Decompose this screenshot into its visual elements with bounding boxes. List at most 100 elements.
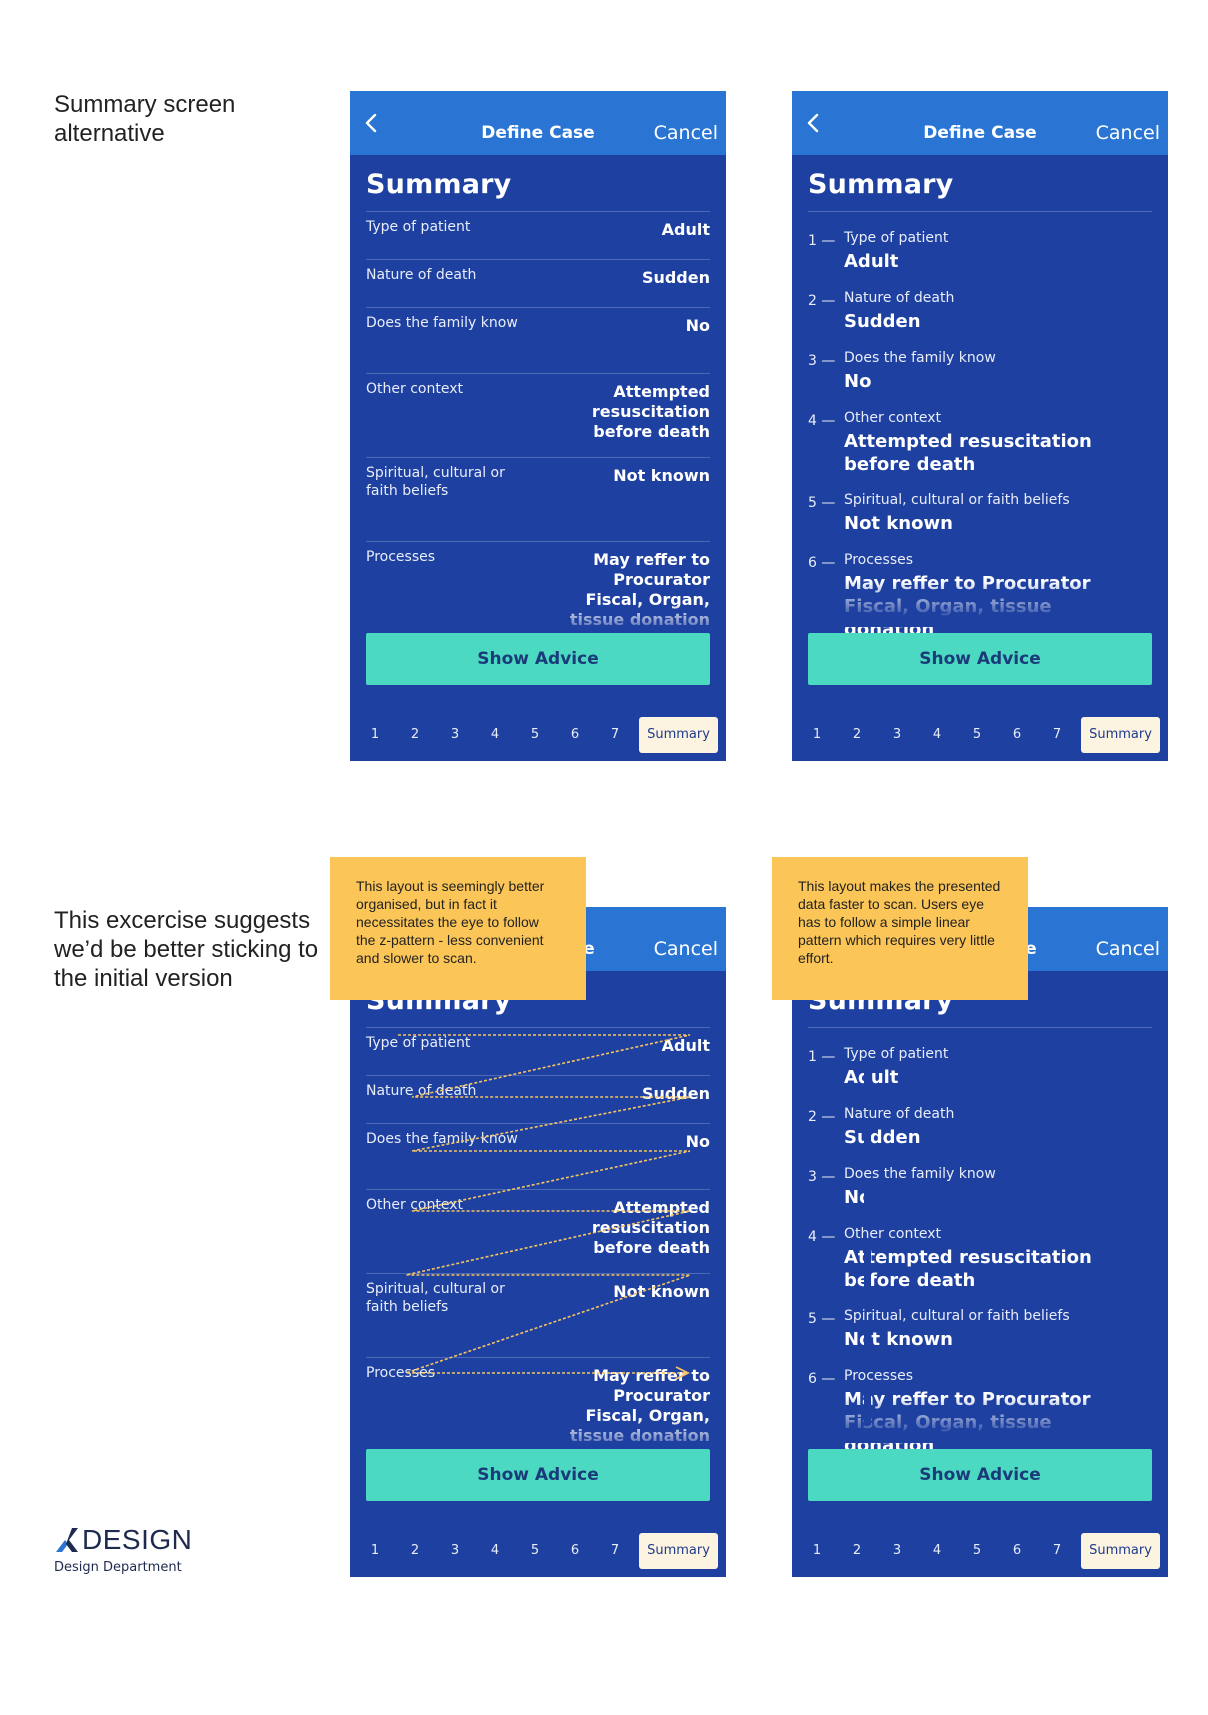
- linear-path-gap: [864, 1243, 871, 1307]
- item-label: Processes: [844, 552, 914, 568]
- item-value: Attempted resuscitation before death: [844, 1247, 1092, 1291]
- item-label: Type of patient: [844, 230, 949, 246]
- page-5[interactable]: 5: [967, 1533, 987, 1569]
- item-value: May reffer to Procurator Fiscal, Organ, …: [844, 1389, 1091, 1456]
- linear-path-gap: [864, 1385, 871, 1425]
- linear-path-gap: [864, 1123, 871, 1167]
- page-summary-tab[interactable]: Summary: [639, 717, 718, 753]
- item-label: Nature of death: [844, 290, 955, 306]
- step-pager: 1 2 3 4 5 6 7 Summary: [792, 717, 1168, 753]
- item-number: 4 —: [808, 1229, 836, 1245]
- item-label: Other context: [844, 410, 941, 426]
- linear-path-gap: [864, 1183, 871, 1227]
- page-5[interactable]: 5: [525, 717, 545, 753]
- item-number: 6 —: [808, 1371, 836, 1387]
- page-3[interactable]: 3: [887, 1533, 907, 1569]
- item-label: Does the family know: [844, 1166, 996, 1182]
- sticky-note-zpattern: This layout is seemingly better organise…: [330, 857, 586, 1000]
- value-family-know: No: [685, 1132, 710, 1151]
- page-5[interactable]: 5: [967, 717, 987, 753]
- divider: [366, 1123, 710, 1124]
- page-4[interactable]: 4: [927, 717, 947, 753]
- step-pager: 1 2 3 4 5 6 7 Summary: [350, 1533, 726, 1569]
- item-value: Sudden: [844, 1127, 921, 1148]
- page-7[interactable]: 7: [1047, 717, 1067, 753]
- page-2[interactable]: 2: [847, 1533, 867, 1569]
- page-1[interactable]: 1: [365, 1533, 385, 1569]
- label-beliefs-line2: faith beliefs: [366, 1299, 449, 1315]
- page-4[interactable]: 4: [927, 1533, 947, 1569]
- page-1[interactable]: 1: [807, 1533, 827, 1569]
- value-other-context: Attempted resuscitation before death: [591, 1198, 710, 1257]
- phone-summary-list-linear: Define Case Cancel Summary 1 — Type of p…: [792, 907, 1168, 1577]
- x-logo-icon: [56, 1528, 78, 1552]
- linear-path-gap: [864, 1063, 871, 1107]
- page-3[interactable]: 3: [445, 1533, 465, 1569]
- label-family-know: Does the family know: [366, 1131, 518, 1147]
- show-advice-button[interactable]: Show Advice: [808, 1449, 1152, 1501]
- page-7[interactable]: 7: [605, 1533, 625, 1569]
- label-family-know: Does the family know: [366, 315, 518, 331]
- summary-title: Summary: [808, 169, 954, 200]
- page-summary-tab[interactable]: Summary: [639, 1533, 718, 1569]
- label-nature-of-death: Nature of death: [366, 267, 477, 283]
- page-6[interactable]: 6: [565, 1533, 585, 1569]
- value-other-context: Attempted resuscitation before death: [591, 382, 710, 441]
- page-4[interactable]: 4: [485, 717, 505, 753]
- value-processes: May reffer to Procurator Fiscal, Organ, …: [569, 1366, 710, 1445]
- item-label: Nature of death: [844, 1106, 955, 1122]
- page-2[interactable]: 2: [405, 717, 425, 753]
- divider: [366, 373, 710, 374]
- cancel-button[interactable]: Cancel: [1096, 91, 1160, 155]
- item-number: 6 —: [808, 555, 836, 571]
- show-advice-button[interactable]: Show Advice: [808, 633, 1152, 685]
- value-type-of-patient: Adult: [661, 220, 710, 239]
- page-2[interactable]: 2: [405, 1533, 425, 1569]
- caption-summary-alternative: Summary screen alternative: [54, 91, 236, 147]
- page-7[interactable]: 7: [605, 717, 625, 753]
- page-5[interactable]: 5: [525, 1533, 545, 1569]
- item-value: Not known: [844, 1329, 953, 1350]
- item-number: 1 —: [808, 233, 836, 249]
- label-beliefs-line1: Spiritual, cultural or: [366, 465, 505, 481]
- item-label: Other context: [844, 1226, 941, 1242]
- item-label: Spiritual, cultural or faith beliefs: [844, 492, 1070, 508]
- page-6[interactable]: 6: [1007, 1533, 1027, 1569]
- label-other-context: Other context: [366, 1197, 463, 1213]
- page-3[interactable]: 3: [445, 717, 465, 753]
- page-4[interactable]: 4: [485, 1533, 505, 1569]
- page-2[interactable]: 2: [847, 717, 867, 753]
- xdesign-logo: DESIGN Design Department: [54, 1524, 204, 1576]
- item-label: Processes: [844, 1368, 914, 1384]
- page-6[interactable]: 6: [565, 717, 585, 753]
- value-beliefs: Not known: [613, 466, 710, 485]
- show-advice-button[interactable]: Show Advice: [366, 633, 710, 685]
- page-6[interactable]: 6: [1007, 717, 1027, 753]
- cancel-button[interactable]: Cancel: [654, 91, 718, 155]
- divider: [366, 541, 710, 542]
- item-value: Sudden: [844, 311, 921, 332]
- sticky-note-linear: This layout makes the presented data fas…: [772, 857, 1028, 1000]
- label-other-context: Other context: [366, 381, 463, 397]
- page-summary-tab[interactable]: Summary: [1081, 717, 1160, 753]
- divider: [366, 1189, 710, 1190]
- navbar: Define Case Cancel: [350, 91, 726, 155]
- page-3[interactable]: 3: [887, 717, 907, 753]
- divider: [366, 457, 710, 458]
- label-processes: Processes: [366, 1365, 436, 1381]
- item-label: Type of patient: [844, 1046, 949, 1062]
- page-1[interactable]: 1: [807, 717, 827, 753]
- page-1[interactable]: 1: [365, 717, 385, 753]
- page-7[interactable]: 7: [1047, 1533, 1067, 1569]
- cancel-button[interactable]: Cancel: [1096, 907, 1160, 971]
- caption-conclusion: This excercise suggests we’d be better s…: [54, 907, 319, 992]
- value-beliefs: Not known: [613, 1282, 710, 1301]
- cancel-button[interactable]: Cancel: [654, 907, 718, 971]
- step-pager: 1 2 3 4 5 6 7 Summary: [792, 1533, 1168, 1569]
- item-number: 3 —: [808, 353, 836, 369]
- navbar: Define Case Cancel: [792, 91, 1168, 155]
- item-value: Adult: [844, 1067, 899, 1088]
- page-summary-tab[interactable]: Summary: [1081, 1533, 1160, 1569]
- show-advice-button[interactable]: Show Advice: [366, 1449, 710, 1501]
- divider: [366, 259, 710, 260]
